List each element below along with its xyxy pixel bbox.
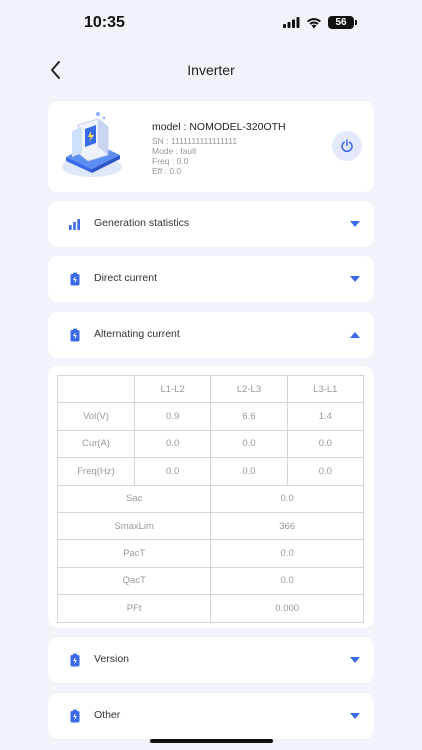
device-card: model : NOMODEL-320OTH SN : 111111111111… xyxy=(48,101,374,192)
table-cell: 0.0 xyxy=(133,429,212,459)
pair-value: 0.000 xyxy=(210,594,364,623)
battery-charge-icon xyxy=(70,328,80,342)
row-label: Cur(A) xyxy=(57,429,135,459)
signal-icon xyxy=(283,17,300,28)
power-button[interactable] xyxy=(332,131,362,161)
table-row: Cur(A) 0.0 0.0 0.0 xyxy=(57,429,365,459)
table-cell: 0.0 xyxy=(133,457,212,486)
section-label: Other xyxy=(94,709,121,721)
bar-chart-icon xyxy=(69,219,80,230)
status-bar: 10:35 56 xyxy=(0,0,422,46)
table-cell: 0.0 xyxy=(286,457,365,486)
device-mode: Mode : fault xyxy=(152,146,197,156)
pair-label: Sac xyxy=(56,484,212,513)
table-row: QacT 0.0 xyxy=(56,566,364,596)
table-cell: 0.9 xyxy=(133,402,212,431)
battery-charge-icon xyxy=(70,709,80,723)
chevron-down-icon xyxy=(350,713,360,719)
row-label: Freq(Hz) xyxy=(57,457,135,486)
table-row: Vol(V) 0.9 6.6 1.4 xyxy=(57,402,365,431)
status-time: 10:35 xyxy=(84,14,125,31)
pair-value: 0.0 xyxy=(210,539,364,568)
chevron-down-icon xyxy=(350,657,360,663)
home-indicator[interactable] xyxy=(150,739,273,743)
page-title: Inverter xyxy=(187,62,235,78)
chevron-up-icon xyxy=(350,332,360,338)
status-indicators: 56 xyxy=(283,16,357,29)
section-label: Version xyxy=(94,653,130,665)
section-other[interactable]: Other xyxy=(48,693,374,739)
nav-bar: Inverter xyxy=(0,50,422,90)
pair-label: QacT xyxy=(56,566,212,596)
ac-table: L1-L2 L2-L3 L3-L1 Vol(V) 0.9 6.6 1.4 Cur… xyxy=(56,374,365,623)
device-model: model : NOMODEL-320OTH xyxy=(152,121,286,133)
pair-label: SmaxLim xyxy=(56,511,212,541)
section-generation-statistics[interactable]: Generation statistics xyxy=(48,201,374,247)
section-label: Generation statistics xyxy=(94,217,190,229)
battery-icon: 56 xyxy=(328,16,357,29)
section-direct-current[interactable]: Direct current xyxy=(48,256,374,302)
chevron-down-icon xyxy=(350,221,360,227)
device-freq: Freq : 0.0 xyxy=(152,156,189,166)
row-label: Vol(V) xyxy=(57,402,135,431)
wifi-icon xyxy=(307,17,321,28)
table-row: PacT 0.0 xyxy=(56,539,364,568)
chevron-down-icon xyxy=(350,276,360,282)
section-version[interactable]: Version xyxy=(48,637,374,683)
battery-charge-icon xyxy=(70,272,80,286)
section-label: Alternating current xyxy=(94,328,180,340)
ac-table-card: L1-L2 L2-L3 L3-L1 Vol(V) 0.9 6.6 1.4 Cur… xyxy=(48,366,374,628)
pair-value: 0.0 xyxy=(210,484,364,513)
table-row: SmaxLim 366 xyxy=(56,511,364,541)
section-label: Direct current xyxy=(94,272,158,284)
table-cell: 6.6 xyxy=(210,402,288,431)
table-cell: 1.4 xyxy=(286,402,365,431)
table-row: Freq(Hz) 0.0 0.0 0.0 xyxy=(57,457,365,486)
table-header-cell: L2-L3 xyxy=(210,374,288,404)
table-cell: 0.0 xyxy=(210,429,288,459)
power-icon xyxy=(341,139,353,153)
section-alternating-current[interactable]: Alternating current xyxy=(48,312,374,358)
device-info: model : NOMODEL-320OTH SN : 111111111111… xyxy=(152,121,286,176)
table-header-row: L1-L2 L2-L3 L3-L1 xyxy=(57,374,365,404)
pair-value: 366 xyxy=(210,511,364,541)
table-cell: 0.0 xyxy=(210,457,288,486)
pair-value: 0.0 xyxy=(210,566,364,596)
table-cell: 0.0 xyxy=(286,429,365,459)
pair-label: PacT xyxy=(56,539,212,568)
battery-charge-icon xyxy=(70,653,80,667)
device-eff: Eff : 0.0 xyxy=(152,166,182,176)
device-sn: SN : 1111111111111111 xyxy=(152,136,238,146)
inverter-device-icon xyxy=(62,112,122,177)
table-header-cell: L3-L1 xyxy=(286,374,365,404)
table-header-cell xyxy=(57,374,135,404)
table-header-cell: L1-L2 xyxy=(133,374,212,404)
table-row: Sac 0.0 xyxy=(56,484,364,513)
table-row: PFt 0.000 xyxy=(56,594,364,623)
pair-label: PFt xyxy=(56,594,212,623)
